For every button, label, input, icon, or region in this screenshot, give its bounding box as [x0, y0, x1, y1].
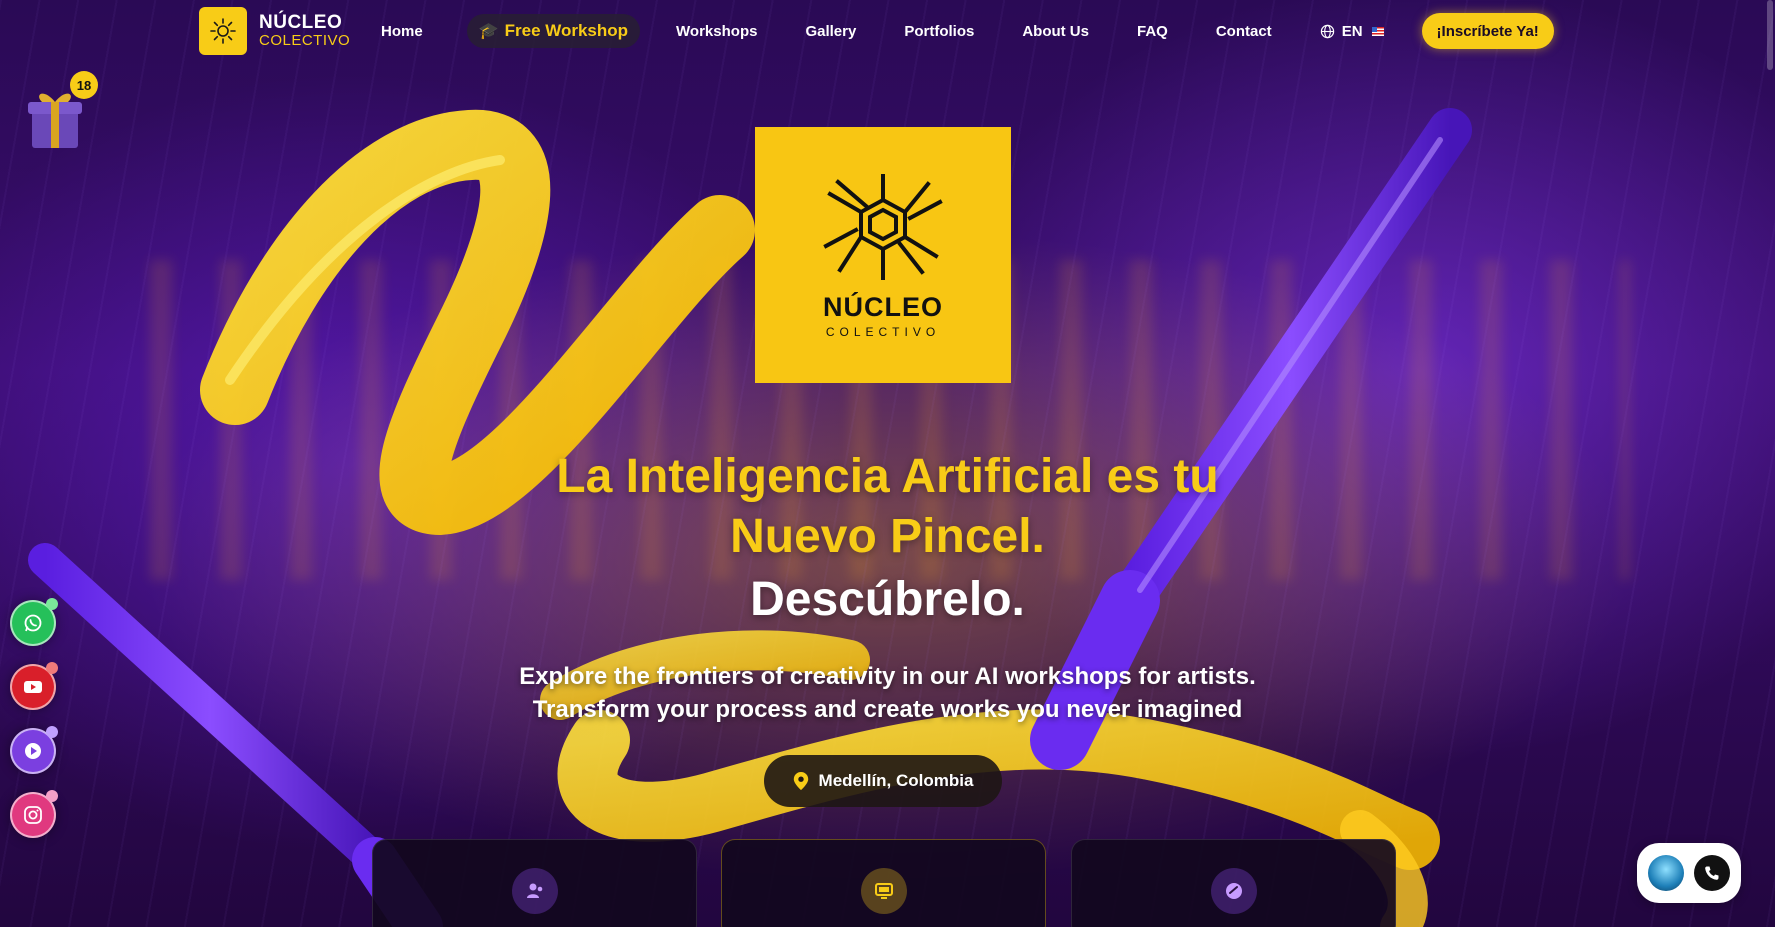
whatsapp-button[interactable]: [10, 598, 58, 646]
nav-links: Home 🎓 Free Workshop Workshops Gallery P…: [381, 13, 1554, 49]
monitor-icon: [861, 868, 907, 914]
notification-dot: [46, 726, 58, 738]
sun-icon: [199, 7, 247, 55]
map-pin-icon: [793, 772, 808, 790]
brand-title: NÚCLEO: [259, 12, 343, 34]
graduation-cap-icon: 🎓: [478, 23, 499, 40]
feature-card[interactable]: [1071, 839, 1396, 927]
nav-about[interactable]: About Us: [1022, 23, 1089, 40]
enroll-button[interactable]: ¡Inscríbete Ya!: [1421, 13, 1554, 49]
youtube-button[interactable]: [10, 662, 58, 710]
assistant-avatar[interactable]: [1647, 855, 1684, 891]
gift-count-badge: 18: [70, 71, 98, 99]
globe-icon: [1320, 24, 1334, 38]
youtube-icon: [24, 681, 42, 693]
play-button[interactable]: [10, 726, 58, 774]
us-flag-icon: [1371, 26, 1384, 36]
nav-faq[interactable]: FAQ: [1137, 23, 1168, 40]
notification-dot: [46, 598, 58, 610]
hero-logo: NÚCLEO COLECTIVO: [755, 127, 1011, 383]
palette-icon: [1211, 868, 1257, 914]
hero-headline-line1: La Inteligencia Artificial es tu: [556, 450, 1219, 503]
nav-home[interactable]: Home: [381, 23, 423, 40]
phone-icon[interactable]: [1694, 855, 1731, 891]
feature-card[interactable]: [721, 839, 1046, 927]
nav-gallery[interactable]: Gallery: [805, 23, 856, 40]
location-label: Medellín, Colombia: [818, 771, 974, 790]
hero-headline-accent: Descúbrelo.: [750, 573, 1025, 626]
nav-workshops[interactable]: Workshops: [676, 23, 757, 40]
hero-subtitle: Explore the frontiers of creativity in o…: [0, 660, 1775, 726]
nav-portfolios[interactable]: Portfolios: [904, 23, 974, 40]
instagram-icon: [24, 806, 42, 824]
language-label: EN: [1341, 22, 1363, 40]
hero-subtitle-line2: Transform your process and create works …: [532, 696, 1243, 723]
whatsapp-icon: [24, 614, 42, 632]
users-icon: [512, 868, 558, 914]
language-selector[interactable]: EN: [1320, 23, 1384, 40]
instagram-button[interactable]: [10, 790, 58, 838]
hero-headline-line2: Nuevo Pincel.: [730, 510, 1045, 563]
hero-subtitle-line1: Explore the frontiers of creativity in o…: [519, 663, 1256, 690]
call-widget[interactable]: [1637, 843, 1741, 903]
hero-headline: La Inteligencia Artificial es tu Nuevo P…: [0, 447, 1775, 567]
notification-dot: [46, 790, 58, 802]
hero-logo-subtitle: COLECTIVO: [825, 324, 941, 339]
location-badge[interactable]: Medellín, Colombia: [764, 755, 1002, 807]
nav-contact[interactable]: Contact: [1216, 23, 1272, 40]
notification-dot: [46, 662, 58, 674]
play-icon: [25, 743, 41, 759]
nav-free-workshop[interactable]: 🎓 Free Workshop: [466, 14, 641, 48]
hero-logo-title: NÚCLEO: [823, 291, 943, 322]
nav-free-workshop-label: Free Workshop: [504, 21, 629, 40]
page-scrollbar[interactable]: [1767, 0, 1773, 70]
feature-card[interactable]: [372, 839, 697, 927]
top-navigation: NÚCLEO COLECTIVO Home 🎓 Free Workshop Wo…: [0, 0, 1775, 62]
brand-subtitle: COLECTIVO: [259, 32, 351, 50]
brand-logo-link[interactable]: NÚCLEO COLECTIVO: [199, 7, 350, 55]
nucleo-emblem-icon: [823, 173, 943, 280]
